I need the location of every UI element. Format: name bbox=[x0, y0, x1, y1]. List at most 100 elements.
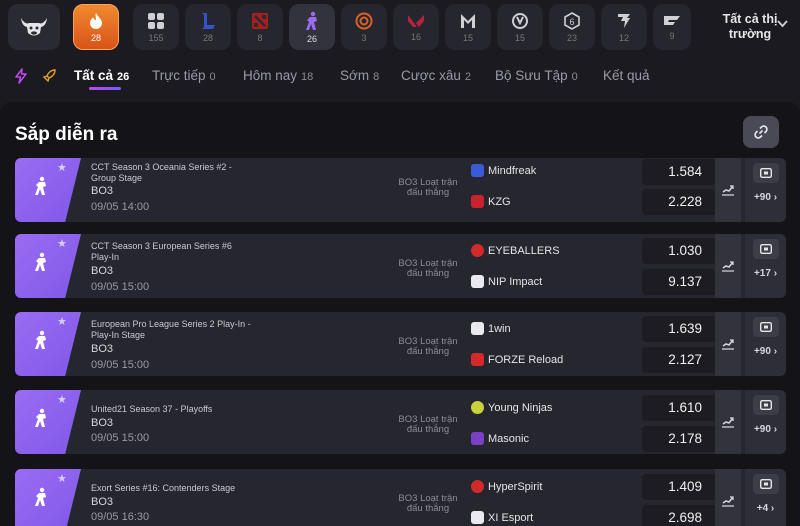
svg-text:6: 6 bbox=[569, 17, 574, 27]
filter-live[interactable]: Trực tiếp 0 bbox=[152, 68, 216, 83]
favorite-star-icon[interactable]: ★ bbox=[57, 393, 67, 406]
filter-label: Tất cả bbox=[74, 68, 114, 83]
filter-label: Cược xâu bbox=[401, 68, 461, 83]
crossfire-tab[interactable]: 9 bbox=[653, 4, 691, 50]
team-logo-icon bbox=[471, 244, 484, 257]
dota2-tab[interactable]: 8 bbox=[237, 4, 283, 50]
league-name: European Pro League Series 2 Play-In - P… bbox=[91, 319, 251, 340]
match-row[interactable]: ★ European Pro League Series 2 Play-In -… bbox=[15, 312, 786, 376]
odd-team-1[interactable]: 1.639 bbox=[642, 316, 716, 342]
team-name: XI Esport bbox=[488, 511, 534, 524]
counter-strike-icon bbox=[35, 252, 46, 271]
stats-chart-button[interactable] bbox=[715, 158, 741, 222]
valorant-tab[interactable]: 16 bbox=[393, 4, 439, 50]
stats-chart-button[interactable] bbox=[715, 469, 741, 526]
match-time: 09/05 16:30 bbox=[91, 511, 150, 523]
team-1: HyperSpirit bbox=[471, 480, 542, 493]
match-row[interactable]: ★ United21 Season 37 - Playoffs BO3 09/0… bbox=[15, 390, 786, 454]
match-format: BO3 bbox=[91, 185, 114, 197]
section-title: Sắp diễn ra bbox=[15, 124, 118, 145]
overwatch-tab[interactable]: 15 bbox=[497, 4, 543, 50]
odd-team-2[interactable]: 2.698 bbox=[642, 505, 716, 526]
lol-tab[interactable]: 28 bbox=[185, 4, 231, 50]
more-markets[interactable]: +90 › bbox=[745, 158, 786, 222]
tab-count: 9 bbox=[669, 30, 675, 41]
odd-team-2[interactable]: 9.137 bbox=[642, 269, 716, 295]
sport-badge: ★ bbox=[15, 469, 81, 526]
all-games-tab[interactable]: 155 bbox=[133, 4, 179, 50]
starcraft-tab[interactable]: 12 bbox=[601, 4, 647, 50]
counter-strike-icon bbox=[35, 176, 46, 195]
tab-count: 155 bbox=[148, 32, 164, 43]
grid-icon bbox=[148, 12, 164, 29]
match-row[interactable]: ★ CCT Season 3 Oceania Series #2 - Group… bbox=[15, 158, 786, 222]
lightning-icon[interactable] bbox=[15, 68, 27, 84]
tab-count: 12 bbox=[618, 32, 629, 43]
live-stream-button[interactable] bbox=[753, 474, 779, 494]
odd-team-2[interactable]: 2.127 bbox=[642, 347, 716, 373]
tv-icon bbox=[760, 400, 772, 410]
team-1: Young Ninjas bbox=[471, 401, 552, 414]
more-markets[interactable]: +90 › bbox=[745, 390, 786, 454]
mobile-legends-icon bbox=[461, 13, 475, 28]
share-link-button[interactable] bbox=[743, 116, 779, 148]
chart-trend-icon bbox=[722, 261, 734, 272]
home-logo-tab[interactable] bbox=[8, 4, 60, 50]
hot-games-tab[interactable]: 28 bbox=[73, 4, 119, 50]
rocket-icon[interactable] bbox=[42, 68, 57, 83]
filter-results[interactable]: Kết quả bbox=[603, 68, 650, 83]
match-time: 09/05 15:00 bbox=[91, 432, 150, 444]
target-icon bbox=[355, 12, 373, 29]
markets-dropdown[interactable]: Tất cả thị trường bbox=[700, 12, 800, 42]
live-stream-button[interactable] bbox=[753, 163, 779, 183]
more-markets[interactable]: +90 › bbox=[745, 312, 786, 376]
odd-team-1[interactable]: 1.409 bbox=[642, 474, 716, 500]
filter-parlay[interactable]: Cược xâu 2 bbox=[401, 68, 471, 83]
favorite-star-icon[interactable]: ★ bbox=[57, 237, 67, 250]
favorite-star-icon[interactable]: ★ bbox=[57, 315, 67, 328]
overwatch-orange-tab[interactable]: 3 bbox=[341, 4, 387, 50]
team-logo-icon bbox=[471, 322, 484, 335]
tab-count: 8 bbox=[257, 32, 263, 43]
chevron-down-icon bbox=[777, 20, 788, 28]
stats-chart-button[interactable] bbox=[715, 390, 741, 454]
team-name: NIP Impact bbox=[488, 275, 543, 288]
odd-team-2[interactable]: 2.228 bbox=[642, 189, 716, 215]
live-stream-button[interactable] bbox=[753, 317, 779, 337]
fire-icon bbox=[90, 12, 102, 29]
filter-all[interactable]: Tất cả 26 bbox=[74, 68, 129, 83]
odd-team-1[interactable]: 1.584 bbox=[642, 159, 716, 185]
live-stream-button[interactable] bbox=[753, 239, 779, 259]
match-type: BO3 Loạt trận đấu thắng bbox=[398, 493, 458, 514]
match-type: BO3 Loạt trận đấu thắng bbox=[398, 177, 458, 198]
match-time: 09/05 15:00 bbox=[91, 281, 150, 293]
tv-icon bbox=[760, 322, 772, 332]
favorite-star-icon[interactable]: ★ bbox=[57, 161, 67, 174]
stats-chart-button[interactable] bbox=[715, 312, 741, 376]
match-row[interactable]: ★ CCT Season 3 European Series #6 Play-I… bbox=[15, 234, 786, 298]
match-row[interactable]: ★ Exort Series #16: Contenders Stage BO3… bbox=[15, 469, 786, 526]
league-of-legends-icon bbox=[202, 12, 215, 29]
odd-team-2[interactable]: 2.178 bbox=[642, 426, 716, 452]
filter-count: 0 bbox=[571, 71, 578, 83]
link-icon bbox=[754, 125, 768, 139]
more-markets[interactable]: +4 › bbox=[745, 469, 786, 526]
odd-team-1[interactable]: 1.610 bbox=[642, 395, 716, 421]
favorite-star-icon[interactable]: ★ bbox=[57, 472, 67, 485]
bull-logo-icon bbox=[21, 18, 47, 36]
mobile-legends-tab[interactable]: 15 bbox=[445, 4, 491, 50]
counter-strike-icon bbox=[306, 11, 317, 30]
more-markets[interactable]: +17 › bbox=[745, 234, 786, 298]
live-stream-button[interactable] bbox=[753, 395, 779, 415]
filter-early[interactable]: Sớm 8 bbox=[340, 68, 379, 83]
team-name: HyperSpirit bbox=[488, 480, 543, 493]
rainbow-six-tab[interactable]: 6 23 bbox=[549, 4, 595, 50]
filter-today[interactable]: Hôm nay 18 bbox=[243, 68, 313, 83]
team-name: 1win bbox=[488, 322, 511, 335]
tab-count: 28 bbox=[90, 32, 101, 43]
filter-collection[interactable]: Bộ Sưu Tập 0 bbox=[495, 68, 578, 83]
tab-count: 16 bbox=[410, 31, 421, 42]
counter-strike-tab[interactable]: 26 bbox=[289, 4, 335, 50]
stats-chart-button[interactable] bbox=[715, 234, 741, 298]
odd-team-1[interactable]: 1.030 bbox=[642, 238, 716, 264]
